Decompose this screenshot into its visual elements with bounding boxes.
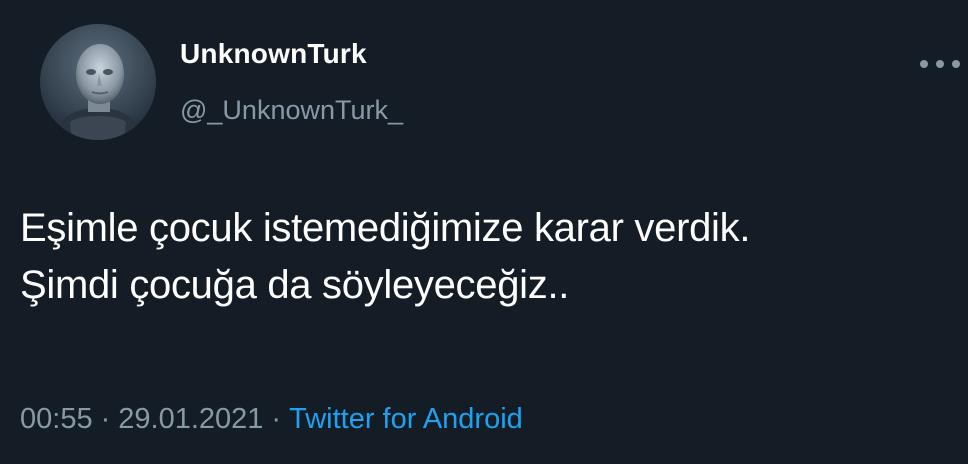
profile-avatar-image <box>40 24 156 140</box>
display-name[interactable]: UnknownTurk <box>180 40 367 68</box>
avatar[interactable] <box>40 24 156 140</box>
tweet-card: UnknownTurk @_UnknownTurk_ Eşimle çocuk … <box>0 0 968 464</box>
more-dot <box>936 60 944 68</box>
tweet-text-line: Eşimle çocuk istemediğimize karar verdik… <box>20 206 751 250</box>
user-handle[interactable]: @_UnknownTurk_ <box>180 97 403 124</box>
tweet-meta: 00:55 · 29.01.2021 · Twitter for Android <box>20 405 523 434</box>
tweet-date[interactable]: 29.01.2021 <box>118 403 263 435</box>
tweet-text-line: Şimdi çocuğa da söyleyeceğiz.. <box>20 263 570 307</box>
more-dot <box>920 60 928 68</box>
more-dot <box>952 60 960 68</box>
tweet-text: Eşimle çocuk istemediğimize karar verdik… <box>20 200 750 314</box>
meta-separator: · <box>100 403 111 435</box>
more-options-icon[interactable] <box>920 58 960 70</box>
tweet-source-link[interactable]: Twitter for Android <box>289 403 523 435</box>
tweet-time[interactable]: 00:55 <box>20 403 93 435</box>
meta-separator: · <box>271 403 282 435</box>
